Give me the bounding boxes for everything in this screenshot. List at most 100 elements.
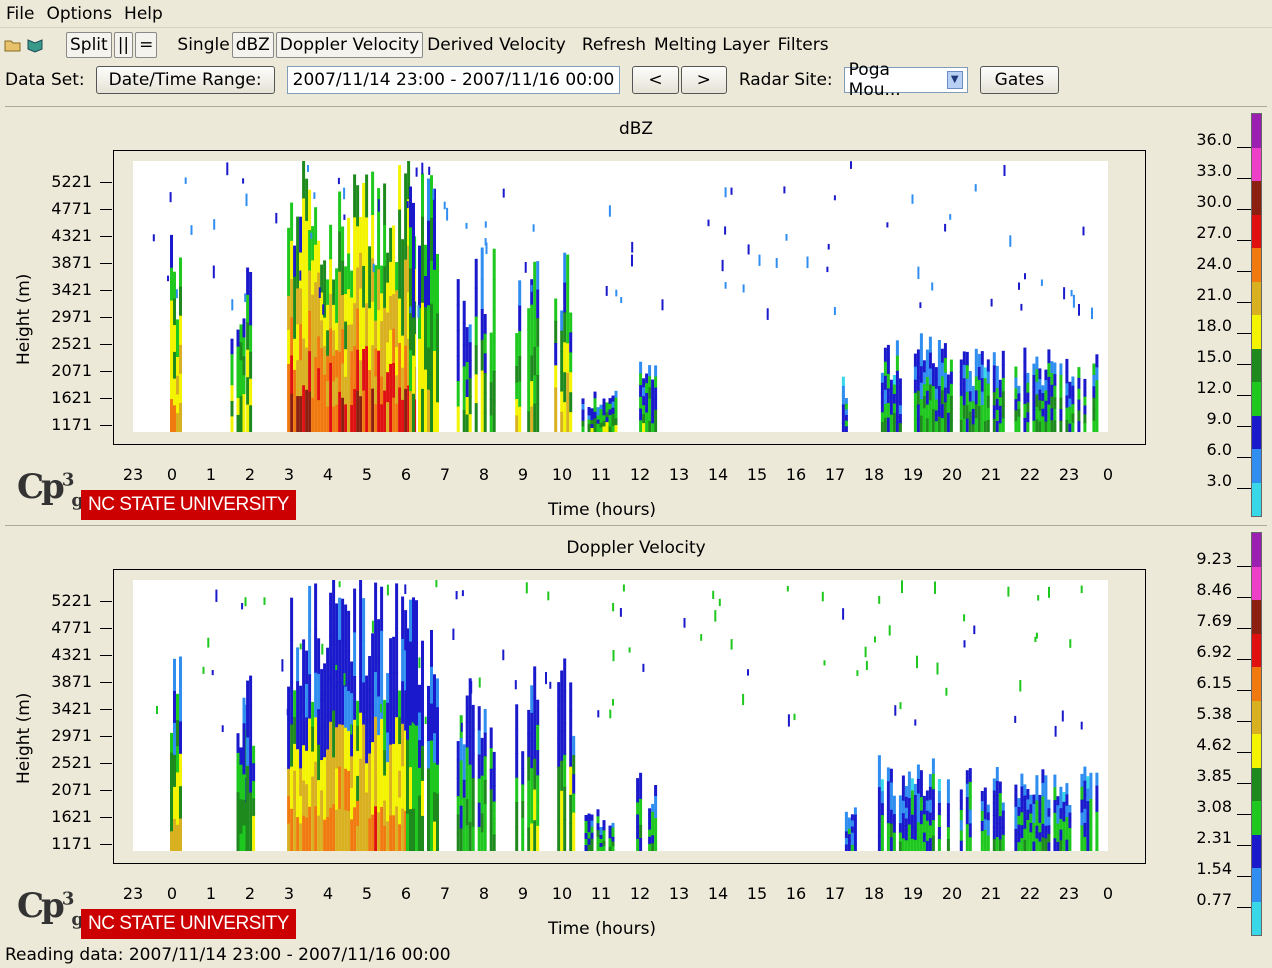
heatmap-cell (362, 390, 366, 433)
heatmap-cell (308, 806, 312, 852)
heatmap-cell (468, 414, 472, 433)
heatmap-cell (246, 709, 250, 739)
heatmap-cell (968, 401, 972, 413)
heatmap-cell (332, 569, 336, 618)
heatmap-cell (344, 321, 348, 351)
heatmap-cell (1080, 812, 1084, 827)
heatmap-cell (392, 363, 396, 399)
plot-area[interactable] (133, 151, 1118, 433)
heatmap-cell (593, 425, 597, 433)
x-tick-label: 0 (1102, 465, 1114, 484)
heatmap-cell (1056, 823, 1060, 834)
heatmap-cell (462, 344, 466, 368)
heatmap-cell (992, 405, 996, 420)
x-tick-label: 0 (166, 465, 178, 484)
heatmap-cell (572, 793, 576, 814)
heatmap-cell (1017, 393, 1021, 403)
heatmap-cell (536, 699, 540, 726)
heatmap-cell (639, 385, 643, 398)
heatmap-cell (296, 252, 300, 290)
refresh-button[interactable]: Refresh (582, 35, 646, 55)
heatmap-cell (642, 414, 646, 424)
heatmap-cell (1047, 842, 1051, 852)
heatmap-cell (471, 704, 475, 731)
melting-layer-button[interactable]: Melting Layer (654, 35, 770, 55)
heatmap-cell (462, 779, 466, 799)
heatmap-cell (383, 699, 387, 727)
heatmap-cell (389, 744, 393, 782)
heatmap-cell (176, 824, 179, 852)
heatmap-cell (602, 820, 606, 827)
heatmap-cell (401, 399, 405, 433)
heatmap-cell (648, 409, 652, 422)
heatmap-cell (344, 604, 348, 647)
date-range-field[interactable]: 2007/11/14 23:00 - 2007/11/16 00:00 (286, 66, 621, 94)
heatmap-cell (173, 271, 176, 300)
heatmap-cell (1056, 832, 1060, 843)
heatmap-cell (359, 574, 363, 622)
split-button[interactable]: Split (66, 32, 112, 58)
heatmap-cell (1089, 824, 1093, 839)
heatmap-cell (946, 839, 950, 852)
heatmap-cell (409, 268, 412, 311)
heatmap-cell (880, 839, 884, 852)
heatmap-cell (341, 397, 345, 433)
parallel-button[interactable]: || (113, 32, 134, 58)
radar-site-select[interactable]: Poga Mou... ▼ (843, 60, 968, 100)
heatmap-cell (404, 173, 408, 218)
heatmap-cell (341, 724, 345, 768)
heatmap-cell (913, 379, 917, 394)
heatmap-speckle (1048, 586, 1050, 598)
heatmap-speckle (864, 646, 867, 658)
menu-options[interactable]: Options (40, 4, 118, 24)
heatmap-cell (323, 694, 327, 727)
menu-file[interactable]: File (0, 4, 40, 24)
filters-button[interactable]: Filters (778, 35, 829, 55)
heatmap-cell (421, 302, 424, 347)
doppler-velocity-button[interactable]: Doppler Velocity (275, 32, 424, 58)
heatmap-speckle (914, 719, 917, 726)
heatmap-cell (386, 791, 390, 823)
heatmap-cell (983, 798, 987, 810)
open-folder-icon[interactable] (4, 37, 22, 53)
heatmap-cell (889, 782, 893, 798)
heatmap-speckle (524, 262, 527, 273)
heatmap-cell (1086, 801, 1090, 815)
plot-area[interactable] (133, 569, 1112, 852)
heatmap-cell (308, 718, 312, 764)
dropdown-arrow-icon[interactable]: ▼ (946, 71, 963, 89)
menu-bar: File Options Help (0, 0, 1272, 28)
colorbar-tick-mark (1237, 426, 1251, 427)
ncsu-logo: NC STATE UNIVERSITY (81, 909, 296, 939)
heatmap-cell (299, 823, 303, 852)
heatmap-speckle (1078, 304, 1080, 316)
heatmap-cell (931, 789, 935, 806)
next-button[interactable]: > (680, 66, 727, 94)
single-button[interactable]: Single (177, 35, 229, 55)
gates-button[interactable]: Gates (979, 66, 1060, 94)
derived-velocity-button[interactable]: Derived Velocity (427, 35, 566, 55)
cp3g-logo-sup: 3 (61, 888, 74, 910)
heatmap-cell (462, 833, 466, 852)
heatmap-cell (338, 766, 342, 810)
heatmap-cell (518, 381, 522, 408)
heatmap-cell (418, 338, 421, 371)
dbz-button[interactable]: dBZ (231, 32, 274, 58)
book-icon[interactable] (26, 37, 44, 53)
heatmap-cell (883, 389, 887, 405)
heatmap-speckle (470, 681, 473, 694)
y-tick-mark (100, 290, 112, 291)
date-time-range-button[interactable]: Date/Time Range: (95, 66, 275, 94)
prev-button[interactable]: < (632, 66, 679, 94)
heatmap-cell (290, 317, 294, 357)
menu-help[interactable]: Help (118, 4, 169, 24)
heatmap-cell (913, 817, 917, 830)
equal-button[interactable]: = (135, 32, 158, 58)
heatmap-cell (515, 382, 519, 401)
x-tick-label: 13 (668, 884, 690, 903)
heatmap-cell (533, 261, 537, 292)
heatmap-cell (252, 833, 256, 852)
heatmap-cell (398, 209, 402, 256)
heatmap-cell (302, 385, 306, 433)
heatmap-cell (642, 396, 646, 407)
